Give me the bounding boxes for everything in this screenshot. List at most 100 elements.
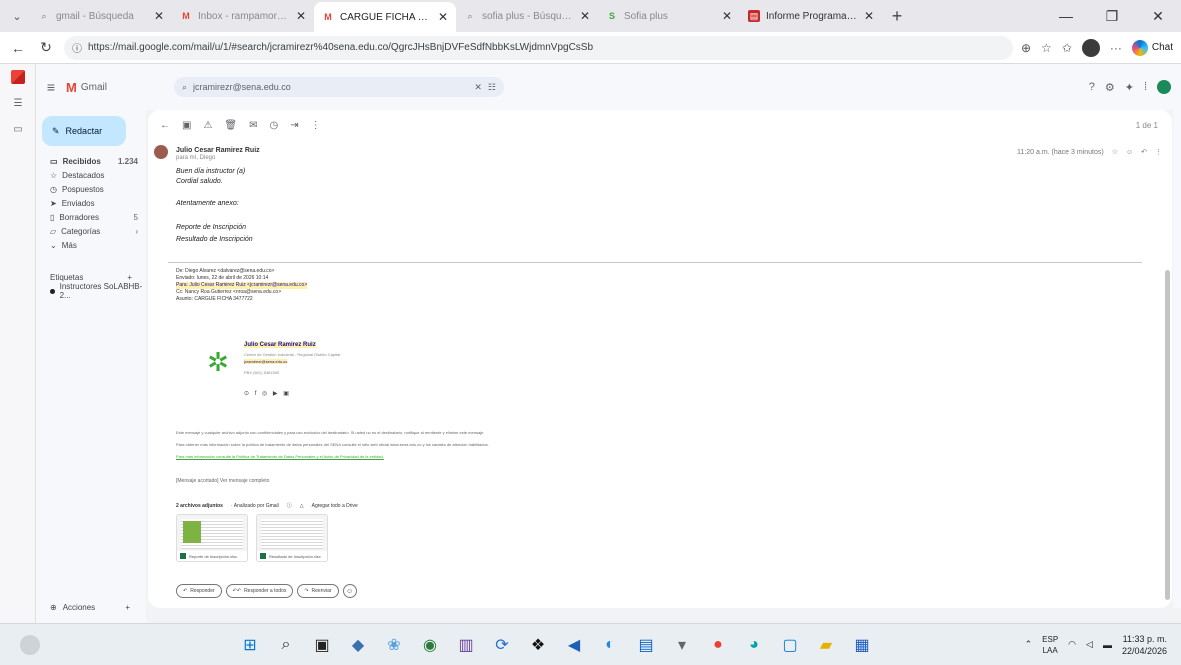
close-icon[interactable]: ✕	[438, 10, 448, 24]
chrome-icon[interactable]: ●	[704, 631, 732, 659]
apps-grid-icon[interactable]: ⊕	[50, 603, 57, 612]
sidebar-item-sent[interactable]: ➤ Enviados	[36, 196, 146, 210]
forward-button[interactable]: ↷ Reenviar	[297, 584, 339, 598]
start-icon[interactable]: ⊞	[236, 631, 264, 659]
reply-all-button[interactable]: ↶↶ Responder a todos	[225, 584, 294, 598]
input-language[interactable]: ESP LAA	[1042, 634, 1058, 656]
report-spam-icon[interactable]: ⚠	[203, 120, 212, 131]
sidebar-item-more[interactable]: ⌄ Más	[36, 238, 146, 252]
more-options-icon[interactable]: ⋮	[311, 120, 321, 131]
app-icon-3[interactable]: ◉	[416, 631, 444, 659]
add-label-icon[interactable]: +	[127, 273, 132, 282]
copilot-button[interactable]: Chat	[1131, 39, 1173, 56]
search-options-icon[interactable]: ☷	[488, 82, 496, 93]
sender-name[interactable]: Julio Cesar Ramirez Ruiz	[176, 147, 260, 154]
mark-unread-icon[interactable]: ✉	[249, 120, 257, 131]
social-icons[interactable]: ⊙ f ◎ ▶ ▣	[244, 390, 291, 397]
tab-inbox[interactable]: M Inbox - rampamorano ✕	[172, 2, 314, 30]
drive-icon[interactable]: △	[300, 503, 304, 509]
compose-button[interactable]: ✎ Redactar	[42, 116, 126, 146]
tray-chevron-icon[interactable]: ⌃	[1025, 639, 1033, 650]
clock[interactable]: 11:33 p. m. 22/04/2026	[1122, 633, 1167, 657]
battery-icon[interactable]: ▬	[1103, 640, 1112, 650]
attachment-card[interactable]: Reporte de Inscripción.xlsx	[176, 514, 248, 562]
apps-icon[interactable]: ⁞	[1144, 81, 1147, 93]
dropbox-icon[interactable]: ❖	[524, 631, 552, 659]
support-icon[interactable]: ?	[1089, 81, 1095, 93]
search-icon[interactable]: ⌕	[272, 631, 300, 659]
chat-icon[interactable]: ☰	[0, 90, 36, 116]
tab-sofia-search[interactable]: ⌕ sofia plus - Búsqueda ✕	[456, 2, 598, 30]
app-icon-9[interactable]: ▢	[776, 631, 804, 659]
sidebar-item-drafts[interactable]: ▯ Borradores 5	[36, 210, 146, 224]
sender-avatar[interactable]	[154, 145, 168, 159]
volume-icon[interactable]: ◁	[1086, 639, 1093, 650]
meet-icon[interactable]: ▭	[0, 116, 36, 142]
gmail-shortcut[interactable]	[0, 64, 36, 90]
move-to-icon[interactable]: ⇥	[290, 120, 298, 131]
close-icon[interactable]: ✕	[154, 9, 164, 23]
minimize-button[interactable]: —	[1043, 0, 1089, 32]
widgets-icon[interactable]	[20, 634, 40, 655]
emoji-react-icon[interactable]: ☺	[1126, 149, 1133, 156]
message-scrollbar[interactable]	[1165, 270, 1170, 600]
tab-actions-button[interactable]: ⌄	[4, 3, 30, 29]
snooze-icon[interactable]: ◷	[270, 120, 279, 131]
expand-icon[interactable]: ›	[135, 227, 138, 236]
tab-informe[interactable]: ▤ Informe Programa de F ✕	[740, 2, 882, 30]
archive-icon[interactable]: ▣	[182, 120, 191, 131]
delete-icon[interactable]: 🗑	[224, 120, 237, 131]
signature-email[interactable]: jcramirezr@sena.edu.co	[244, 359, 288, 364]
tab-sofia-plus[interactable]: S Sofia plus ✕	[598, 2, 740, 30]
menu-icon[interactable]: ≡	[36, 79, 66, 95]
sidebar-item-inbox[interactable]: ▭ Recibidos 1.234	[36, 154, 146, 168]
task-view-icon[interactable]: ▣	[308, 631, 336, 659]
sidebar-item-snoozed[interactable]: ◷ Pospuestos	[36, 182, 146, 196]
app-icon-6[interactable]: ◀	[560, 631, 588, 659]
reply-icon[interactable]: ↶	[1141, 148, 1147, 156]
word-icon[interactable]: ▦	[848, 631, 876, 659]
reply-button[interactable]: ↶ Responder	[176, 584, 222, 598]
legal-notice-3[interactable]: Para más información consulte la Polític…	[176, 454, 384, 459]
more-icon[interactable]: ···	[1110, 41, 1122, 55]
app-icon-4[interactable]: ▥	[452, 631, 480, 659]
site-info-icon[interactable]: ⓘ	[72, 40, 82, 55]
tab-gmail-search[interactable]: ⌕ gmail - Búsqueda ✕	[30, 2, 172, 30]
sidebar-item-starred[interactable]: ☆ Destacados	[36, 168, 146, 182]
add-icon[interactable]: +	[125, 603, 130, 612]
outlook-icon[interactable]: ▤	[632, 631, 660, 659]
emoji-icon[interactable]: ☺	[342, 584, 357, 598]
app-icon-8[interactable]: ◕	[740, 631, 768, 659]
mail-search-input[interactable]: ⌕ jcramirezr@sena.edu.co ✕ ☷	[174, 77, 504, 97]
app-icon-2[interactable]: ❀	[380, 631, 408, 659]
back-to-list-icon[interactable]: ←	[160, 120, 170, 131]
search-icon[interactable]: ⌕	[182, 82, 187, 93]
url-bar[interactable]: ⓘ https://mail.google.com/mail/u/1/#sear…	[64, 35, 1013, 60]
settings-icon[interactable]: ⚙	[1105, 81, 1115, 94]
app-icon-1[interactable]: ◆	[344, 631, 372, 659]
back-icon[interactable]: ←	[8, 40, 28, 56]
view-full-message-link[interactable]: [Mensaje acortado] Ver mensaje completo	[176, 478, 269, 484]
close-icon[interactable]: ✕	[580, 9, 590, 23]
close-icon[interactable]: ✕	[864, 9, 874, 23]
account-avatar[interactable]	[1157, 80, 1171, 94]
info-icon[interactable]: ⓘ	[287, 502, 292, 509]
app-icon-7[interactable]: ▾	[668, 631, 696, 659]
sidebar-item-categories[interactable]: ▱ Categorías ›	[36, 224, 146, 238]
gmail-logo[interactable]: M Gmail	[66, 80, 166, 95]
file-explorer-icon[interactable]: ▰	[812, 631, 840, 659]
profile-avatar[interactable]	[1081, 38, 1100, 57]
app-icon-5[interactable]: ⟳	[488, 631, 516, 659]
add-to-drive-link[interactable]: Agregar todo a Drive	[312, 503, 358, 509]
gemini-icon[interactable]: ✦	[1125, 81, 1134, 94]
new-tab-button[interactable]: +	[882, 6, 912, 27]
favorite-star-icon[interactable]: ☆	[1041, 41, 1052, 55]
refresh-icon[interactable]: ↻	[36, 39, 56, 56]
zoom-icon[interactable]: ⊕	[1021, 41, 1031, 55]
label-item[interactable]: Instructores SoLABHB-2...	[36, 282, 146, 300]
edge-icon[interactable]: ◐	[596, 631, 624, 659]
close-window-button[interactable]: ✕	[1135, 0, 1181, 32]
attachment-card[interactable]: Resultado de Inscripción.xlsx	[256, 514, 328, 562]
tab-cargue-ficha[interactable]: M CARGUE FICHA 347772 ✕	[314, 2, 456, 32]
star-icon[interactable]: ☆	[1112, 148, 1118, 156]
